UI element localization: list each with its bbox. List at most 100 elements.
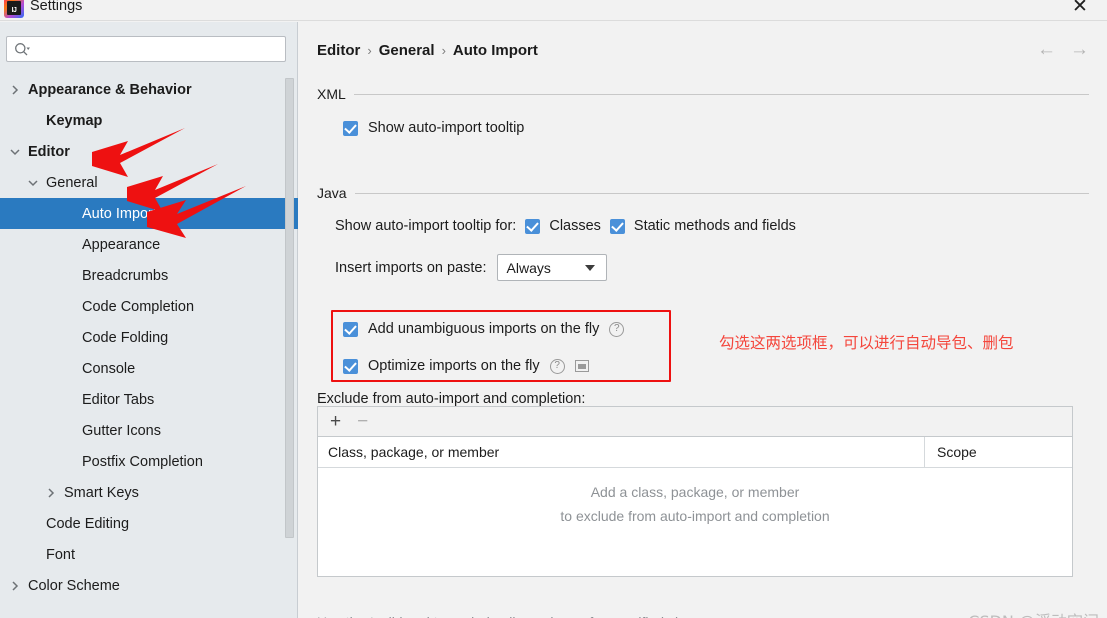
tooltip-for-row: Show auto-import tooltip for: Classes St… xyxy=(335,218,796,234)
column-header-class[interactable]: Class, package, or member xyxy=(318,444,924,460)
show-auto-import-tooltip-label: Show auto-import tooltip xyxy=(368,120,525,136)
show-auto-import-tooltip-checkbox[interactable] xyxy=(343,120,358,136)
sidebar-item-code-editing[interactable]: Code Editing xyxy=(0,508,298,539)
sidebar-item-postfix-completion[interactable]: Postfix Completion xyxy=(0,446,298,477)
classes-checkbox[interactable] xyxy=(525,218,541,234)
sidebar-item-code-completion[interactable]: Code Completion xyxy=(0,291,298,322)
intellij-logo-icon: IJ xyxy=(4,0,24,18)
tree-twisty-placeholder xyxy=(62,362,76,376)
tree-twisty-placeholder xyxy=(62,300,76,314)
sidebar-item-console[interactable]: Console xyxy=(0,353,298,384)
back-arrow-icon[interactable]: ← xyxy=(1037,40,1056,59)
optimize-imports-row[interactable]: Optimize imports on the fly ? xyxy=(343,358,589,374)
sidebar-item-label: Font xyxy=(46,546,76,563)
title-bar: IJ Settings ✕ xyxy=(0,0,1107,21)
insert-imports-row: Insert imports on paste: Always xyxy=(335,254,607,281)
sidebar-item-keymap[interactable]: Keymap xyxy=(0,105,298,136)
sidebar-item-appearance[interactable]: Appearance xyxy=(0,229,298,260)
chevron-right-icon[interactable] xyxy=(8,83,22,97)
classes-label: Classes xyxy=(549,218,601,234)
tree-twisty-placeholder xyxy=(62,455,76,469)
optimize-imports-label: Optimize imports on the fly xyxy=(368,358,540,374)
sidebar-item-general[interactable]: General xyxy=(0,167,298,198)
intellij-logo-label: IJ xyxy=(7,1,21,15)
chevron-down-icon[interactable] xyxy=(8,145,22,159)
insert-imports-value: Always xyxy=(506,259,551,276)
sidebar-item-code-folding[interactable]: Code Folding xyxy=(0,322,298,353)
chevron-right-icon[interactable] xyxy=(44,486,58,500)
remove-entry-button[interactable]: − xyxy=(357,412,368,431)
sidebar-item-auto-import[interactable]: Auto Import xyxy=(0,198,298,229)
window-title: Settings xyxy=(30,0,83,14)
settings-content: Editor › General › Auto Import ← → XML S… xyxy=(299,22,1107,618)
sidebar-item-label: Gutter Icons xyxy=(82,422,161,439)
exclude-table-header: Class, package, or member Scope xyxy=(318,437,1072,468)
tree-twisty-placeholder xyxy=(62,269,76,283)
help-icon[interactable]: ? xyxy=(549,358,565,374)
sidebar-item-label: Smart Keys xyxy=(64,484,139,501)
sidebar-item-breadcrumbs[interactable]: Breadcrumbs xyxy=(0,260,298,291)
exclude-table-body[interactable]: Add a class, package, or member to exclu… xyxy=(318,468,1072,576)
section-divider xyxy=(354,192,1089,194)
tree-twisty-placeholder xyxy=(26,548,40,562)
breadcrumb-auto-import: Auto Import xyxy=(452,42,538,59)
exclude-table: + − Class, package, or member Scope Add … xyxy=(317,406,1073,577)
static-methods-checkbox[interactable] xyxy=(609,218,625,234)
sidebar-item-font[interactable]: Font xyxy=(0,539,298,570)
sidebar-item-appearance-behavior[interactable]: Appearance & Behavior xyxy=(0,74,298,105)
window-settings-icon[interactable] xyxy=(574,360,589,372)
exclude-label: Exclude from auto-import and completion: xyxy=(317,391,586,407)
insert-imports-label: Insert imports on paste: xyxy=(335,259,487,276)
chevron-down-icon xyxy=(584,265,595,271)
watermark: CSDN @浮动空间 xyxy=(968,608,1099,618)
navigation-arrows: ← → xyxy=(1037,40,1089,59)
xml-section-label: XML xyxy=(317,86,346,102)
add-unambiguous-imports-label: Add unambiguous imports on the fly xyxy=(368,321,600,337)
breadcrumb-separator-icon: › xyxy=(441,43,446,58)
optimize-imports-checkbox[interactable] xyxy=(343,358,358,374)
java-section-label: Java xyxy=(317,185,347,201)
exclude-label-row: Exclude from auto-import and completion: xyxy=(317,391,585,407)
breadcrumb-editor[interactable]: Editor xyxy=(317,42,360,59)
add-unambiguous-imports-row[interactable]: Add unambiguous imports on the fly ? xyxy=(343,321,625,337)
sidebar-item-editor-tabs[interactable]: Editor Tabs xyxy=(0,384,298,415)
tree-twisty-placeholder xyxy=(62,424,76,438)
sidebar-item-label: Postfix Completion xyxy=(82,453,203,470)
settings-sidebar: Appearance & Behavior Keymap Editor General… xyxy=(0,22,298,618)
breadcrumb: Editor › General › Auto Import xyxy=(317,42,538,59)
breadcrumb-separator-icon: › xyxy=(367,43,372,58)
static-methods-label: Static methods and fields xyxy=(633,218,796,234)
chinese-annotation: 勾选这两选项框，可以进行自动导包、删包 xyxy=(719,334,1014,352)
sidebar-item-label: Appearance & Behavior xyxy=(28,81,192,98)
sidebar-item-label: Breadcrumbs xyxy=(82,267,169,284)
tooltip-for-label: Show auto-import tooltip for: xyxy=(335,218,517,234)
sidebar-item-label: Code Folding xyxy=(82,329,169,346)
scrollbar-thumb[interactable] xyxy=(286,79,293,537)
sidebar-item-label: Code Completion xyxy=(82,298,195,315)
sidebar-item-gutter-icons[interactable]: Gutter Icons xyxy=(0,415,298,446)
add-entry-button[interactable]: + xyxy=(330,412,341,431)
chevron-right-icon[interactable] xyxy=(8,579,22,593)
search-input[interactable] xyxy=(35,37,281,61)
search-icon xyxy=(15,43,30,56)
xml-section-header: XML xyxy=(317,86,1089,102)
sidebar-item-color-scheme[interactable]: Color Scheme xyxy=(0,570,298,601)
sidebar-scrollbar[interactable] xyxy=(285,78,294,538)
show-auto-import-tooltip-row[interactable]: Show auto-import tooltip xyxy=(343,120,524,136)
close-icon[interactable]: ✕ xyxy=(1065,0,1095,18)
add-unambiguous-imports-checkbox[interactable] xyxy=(343,321,358,337)
sidebar-item-smart-keys[interactable]: Smart Keys xyxy=(0,477,298,508)
breadcrumb-general[interactable]: General xyxy=(379,42,435,59)
tree-twisty-placeholder xyxy=(62,207,76,221)
tree-twisty-placeholder xyxy=(26,114,40,128)
sidebar-item-label: Keymap xyxy=(46,112,103,129)
tree-twisty-placeholder xyxy=(62,331,76,345)
chevron-down-icon[interactable] xyxy=(26,176,40,190)
help-icon[interactable]: ? xyxy=(609,321,625,337)
sidebar-item-label: Code Editing xyxy=(46,515,130,532)
search-box[interactable] xyxy=(6,36,286,62)
sidebar-item-editor[interactable]: Editor xyxy=(0,136,298,167)
column-header-scope[interactable]: Scope xyxy=(924,437,1072,467)
forward-arrow-icon[interactable]: → xyxy=(1070,40,1089,59)
insert-imports-select[interactable]: Always xyxy=(496,254,607,281)
